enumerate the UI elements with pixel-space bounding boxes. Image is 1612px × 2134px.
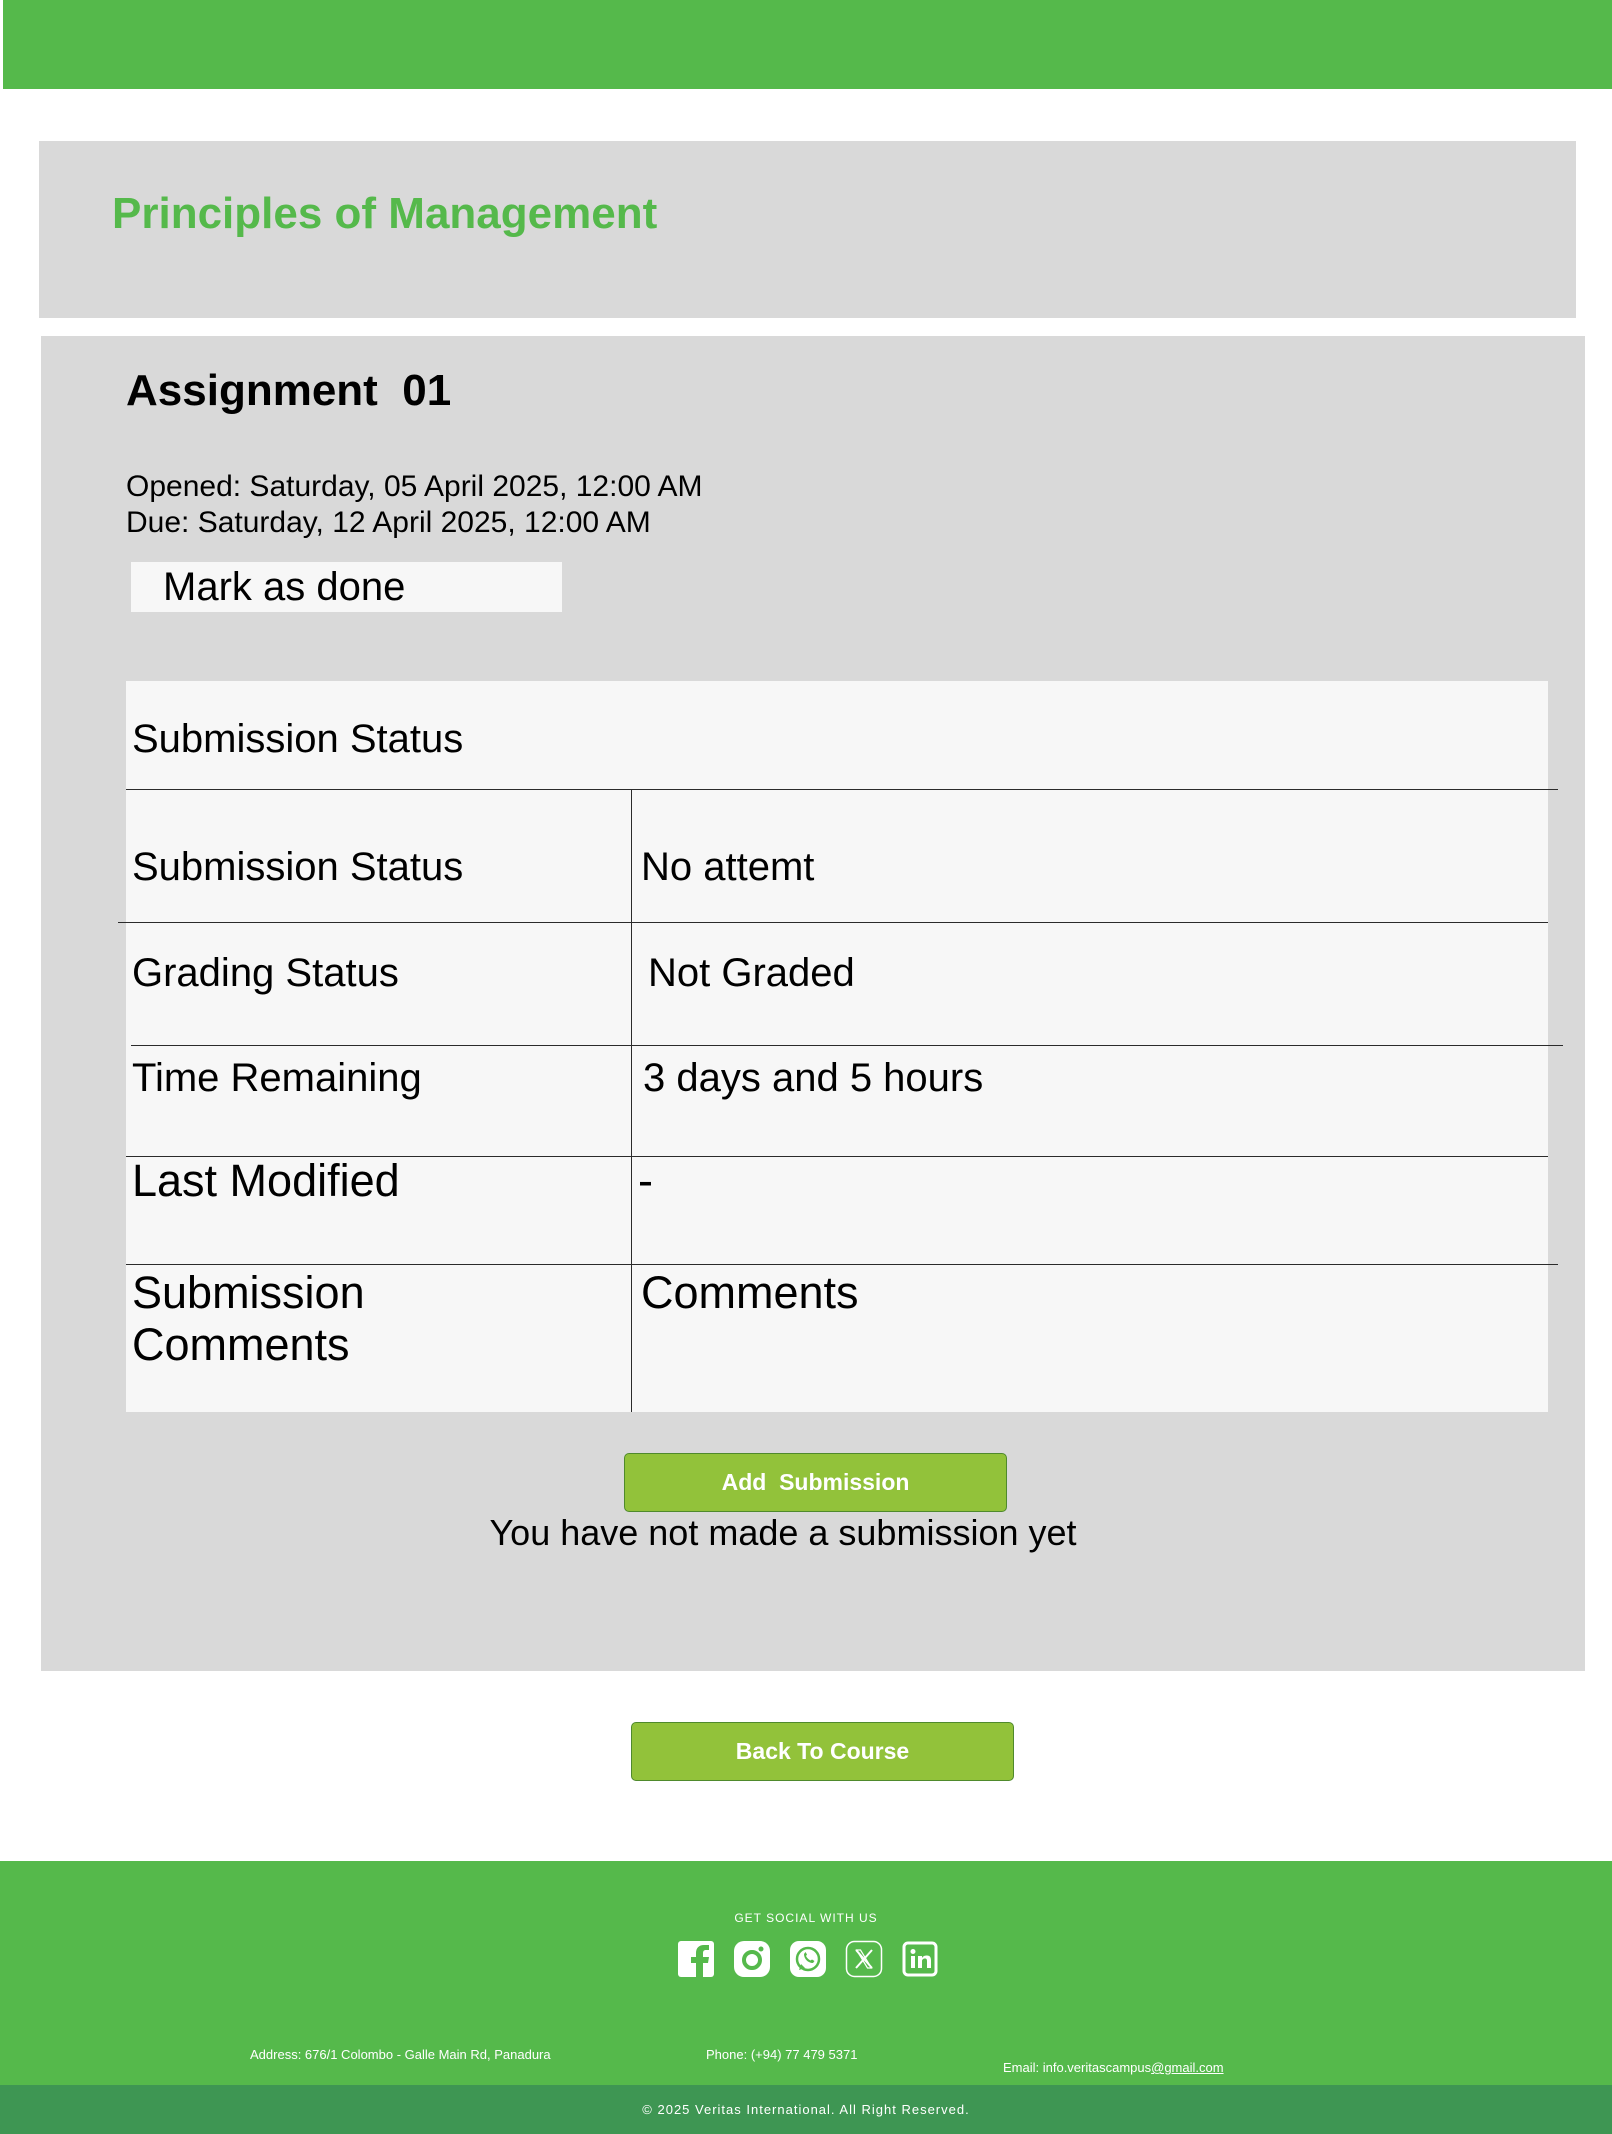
- x-icon[interactable]: [845, 1940, 883, 1978]
- course-header: Principles of Management: [39, 141, 1576, 318]
- copyright-bar: © 2025 Veritas International. All Right …: [0, 2085, 1612, 2134]
- add-submission-button[interactable]: Add Submission: [624, 1453, 1007, 1512]
- assignment-dates: Opened: Saturday, 05 April 2025, 12:00 A…: [126, 469, 703, 541]
- row-divider: [131, 1045, 1563, 1046]
- assignment-title: Assignment 01: [126, 366, 452, 415]
- due-date: Due: Saturday, 12 April 2025, 12:00 AM: [126, 506, 651, 539]
- table-heading: Submission Status: [132, 717, 464, 761]
- linkedin-icon[interactable]: [901, 1940, 939, 1978]
- mark-as-done-button[interactable]: Mark as done: [131, 562, 562, 612]
- back-to-course-button[interactable]: Back To Course: [631, 1722, 1014, 1781]
- value-submission-comments: Comments: [641, 1267, 859, 1318]
- submission-status-table: Submission Status Submission Status No a…: [118, 681, 1563, 1412]
- social-label: GET SOCIAL WITH US: [734, 1911, 878, 1925]
- label-last-modified: Last Modified: [132, 1155, 400, 1206]
- label-time-remaining: Time Remaining: [132, 1056, 422, 1100]
- facebook-icon[interactable]: [677, 1940, 715, 1978]
- footer-email-prefix: Email: info.veritascampus: [1003, 2060, 1152, 2075]
- footer-email: Email: info.veritascampus@gmail.com: [1003, 2060, 1224, 2075]
- column-divider: [631, 790, 632, 1412]
- value-time-remaining: 3 days and 5 hours: [643, 1056, 984, 1100]
- footer-phone: Phone: (+94) 77 479 5371: [706, 2047, 858, 2062]
- label-submission-comments: Submission Comments: [132, 1267, 365, 1370]
- value-grading-status: Not Graded: [648, 951, 855, 995]
- top-header-bar: [3, 0, 1612, 89]
- copyright-text: © 2025 Veritas International. All Right …: [642, 2102, 970, 2117]
- course-title: Principles of Management: [112, 189, 658, 238]
- footer: GET SOCIAL WITH US Address: 676/1 Colomb…: [0, 1861, 1612, 2085]
- row-divider: [118, 922, 1548, 923]
- instagram-icon[interactable]: [733, 1940, 771, 1978]
- label-grading-status: Grading Status: [132, 951, 399, 995]
- opened-date: Opened: Saturday, 05 April 2025, 12:00 A…: [126, 470, 703, 503]
- footer-email-link[interactable]: @gmail.com: [1151, 2060, 1223, 2075]
- whatsapp-icon[interactable]: [789, 1940, 827, 1978]
- value-last-modified: -: [638, 1155, 653, 1206]
- no-submission-message: You have not made a submission yet: [489, 1512, 1077, 1553]
- row-divider: [126, 1264, 1558, 1265]
- footer-address: Address: 676/1 Colombo - Galle Main Rd, …: [250, 2047, 551, 2062]
- value-submission-status: No attemt: [641, 845, 815, 889]
- assignment-panel: Assignment 01 Opened: Saturday, 05 April…: [41, 336, 1585, 1671]
- row-divider: [126, 789, 1558, 790]
- label-submission-status: Submission Status: [132, 845, 464, 889]
- social-icons: [0, 1940, 1612, 1978]
